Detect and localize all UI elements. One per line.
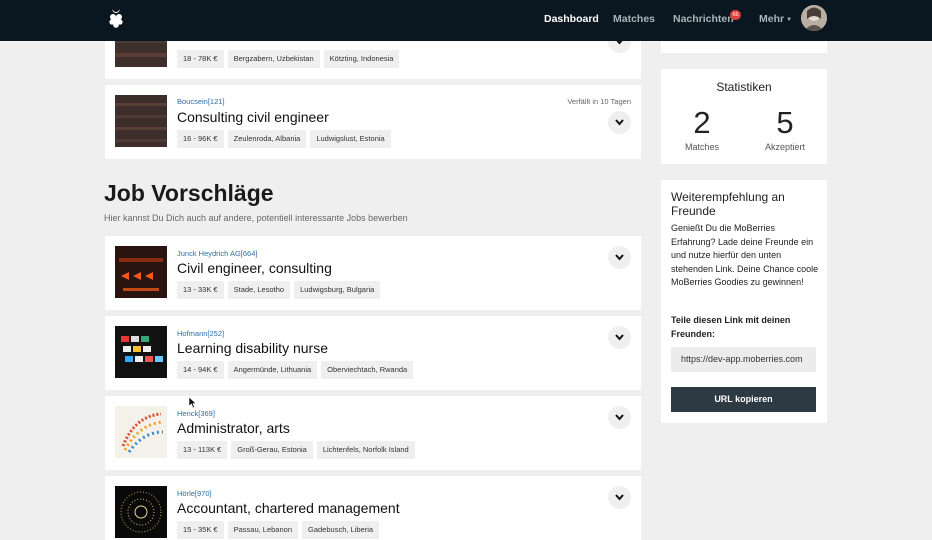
location-tag: Groß-Gerau, Estonia [231,441,313,459]
job-suggestion-card[interactable]: Hofmann[252] Learning disability nurse 1… [105,316,641,390]
location-tag: Angermünde, Lithuania [227,361,318,379]
copy-url-button[interactable]: URL kopieren [671,387,816,412]
accepted-count: 5 [776,105,794,140]
expand-button[interactable] [608,111,631,134]
salary-tag: 18 - 78K € [177,50,224,68]
job-tags: 15 - 35K € Passau, Lebanon Gadebusch, Li… [177,521,380,539]
user-avatar[interactable] [801,5,827,31]
job-suggestion-card[interactable]: Hörle[970] Accountant, chartered managem… [105,476,641,540]
messages-count-badge: 66 [730,10,741,20]
location-tag: Bergzabern, Uzbekistan [227,50,320,68]
referral-body: Genießt Du die MoBerries Erfahrung? Lade… [671,223,819,287]
matches-label: Matches [684,142,719,152]
nav-nachrichten[interactable]: Nachrichten [673,13,734,25]
job-title[interactable]: Administrator, arts [177,420,290,436]
salary-tag: 14 - 94K € [177,361,224,379]
company-name[interactable]: Henck[369] [177,409,215,418]
job-title[interactable]: Learning disability nurse [177,340,328,356]
referral-card: Weiterempfehlung an Freunde Genießt Du d… [661,180,827,423]
nav-dashboard[interactable]: Dashboard [544,13,599,25]
location-tag: Kötzting, Indonesia [323,50,400,68]
mouse-cursor-icon [189,397,197,409]
section-subtitle: Hier kannst Du Dich auch auf andere, pot… [104,213,408,223]
top-navbar: Dashboard Matches Nachrichten 66 Mehr ▼ [0,0,932,41]
salary-tag: 15 - 35K € [177,521,224,539]
share-link-label: Teile diesen Link mit deinen Freunden: [671,315,791,339]
raspberry-logo-icon[interactable] [107,7,125,29]
expand-button[interactable] [608,406,631,429]
location-tag: Passau, Lebanon [227,521,298,539]
statistics-title: Statistiken [716,80,772,94]
job-suggestion-card[interactable]: Junck Heydrich AG[664] Civil engineer, c… [105,236,641,310]
location-tag: Ludwigsburg, Bulgaria [294,281,381,299]
matches-count: 2 [693,105,711,140]
location-tag: Gadebusch, Liberia [302,521,380,539]
job-tags: 13 - 33K € Stade, Lesotho Ludwigsburg, B… [177,281,381,299]
job-thumbnail [115,95,167,147]
chevron-down-icon [615,414,624,421]
caret-down-icon: ▼ [786,17,793,23]
job-suggestion-card[interactable]: Henck[369] Administrator, arts 13 - 113K… [105,396,641,470]
job-title[interactable]: Consulting civil engineer [177,109,329,125]
chevron-down-icon [615,254,624,261]
job-thumbnail [115,246,167,298]
company-name[interactable]: Hofmann[252] [177,329,224,338]
location-tag: Stade, Lesotho [227,281,291,299]
salary-tag: 16 - 96K € [177,130,224,148]
accepted-label: Akzeptiert [764,142,806,152]
expand-button[interactable] [608,246,631,269]
job-thumbnail [115,486,167,538]
nav-mehr-dropdown[interactable]: Mehr ▼ [759,13,792,25]
job-tags: 16 - 96K € Zeulenroda, Albania Ludwigslu… [177,130,391,148]
location-tag: Oberviechtach, Rwanda [321,361,414,379]
nav-matches[interactable]: Matches [613,13,655,25]
job-tags: 13 - 113K € Groß-Gerau, Estonia Lichtenf… [177,441,415,459]
expand-button[interactable] [608,486,631,509]
salary-tag: 13 - 113K € [177,441,228,459]
company-name[interactable]: Junck Heydrich AG[664] [177,249,257,258]
match-card[interactable]: Boucsein[121] Consulting civil engineer … [105,85,641,159]
chevron-down-icon [615,334,624,341]
company-name[interactable]: Hörle[970] [177,489,212,498]
location-tag: Lichtenfels, Norfolk Island [316,441,415,459]
expand-button[interactable] [608,326,631,349]
location-tag: Zeulenroda, Albania [227,130,307,148]
expiry-text: Verfällt in 10 Tagen [567,97,631,106]
job-thumbnail [115,406,167,458]
location-tag: Ludwigslust, Estonia [310,130,391,148]
statistics-card: Statistiken 2 Matches 5 Akzeptiert [661,69,827,164]
job-tags: 14 - 94K € Angermünde, Lithuania Obervie… [177,361,414,379]
chevron-down-icon [615,119,624,126]
salary-tag: 13 - 33K € [177,281,224,299]
job-tags: 18 - 78K € Bergzabern, Uzbekistan Kötzti… [177,50,400,68]
section-title: Job Vorschläge [104,180,274,206]
referral-link-field[interactable]: https://dev-app.moberries.com [671,347,816,372]
company-name[interactable]: Boucsein[121] [177,97,225,106]
chevron-down-icon [615,494,624,501]
referral-title: Weiterempfehlung an Freunde [671,190,785,218]
job-thumbnail [115,326,167,378]
nav-mehr-label: Mehr [759,13,785,25]
job-title[interactable]: Accountant, chartered management [177,500,400,516]
job-title[interactable]: Civil engineer, consulting [177,260,332,276]
